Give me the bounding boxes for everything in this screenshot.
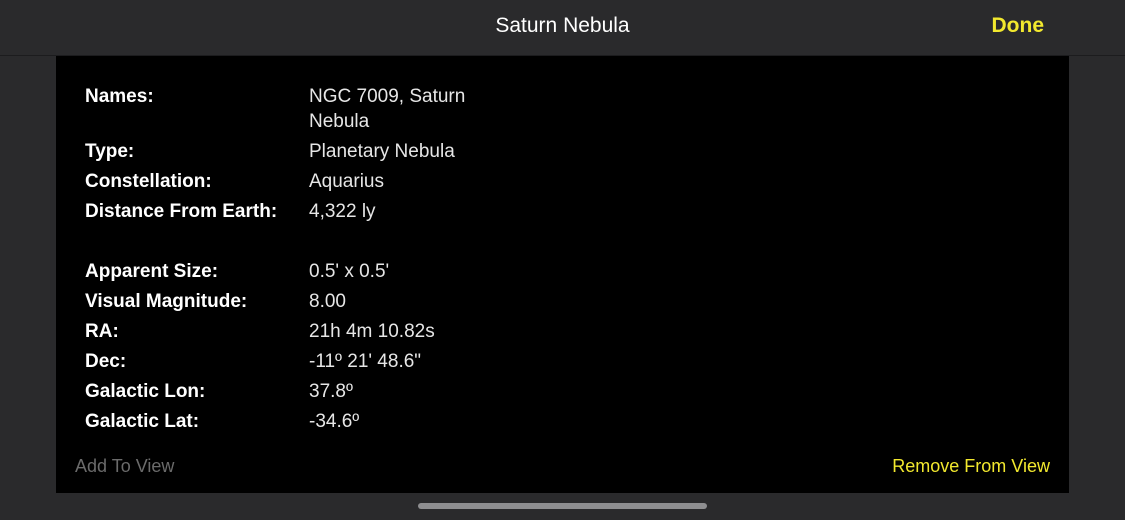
info-value: Planetary Nebula bbox=[309, 141, 455, 162]
info-value: 37.8º bbox=[309, 381, 353, 402]
info-row-names: Names: NGC 7009, Saturn Nebula bbox=[85, 84, 545, 134]
info-value: 0.5' x 0.5' bbox=[309, 261, 390, 282]
info-row-apparent-size: Apparent Size: 0.5' x 0.5' bbox=[85, 259, 545, 284]
info-label: Apparent Size: bbox=[85, 261, 219, 282]
info-row-distance: Distance From Earth: 4,322 ly bbox=[85, 199, 545, 224]
info-row-type: Type: Planetary Nebula bbox=[85, 139, 545, 164]
navigation-bar: Saturn Nebula Done bbox=[0, 0, 1125, 56]
add-to-view-button[interactable]: Add To View bbox=[75, 456, 174, 477]
info-label: Distance From Earth: bbox=[85, 201, 278, 222]
info-label: Galactic Lon: bbox=[85, 381, 206, 402]
home-indicator[interactable] bbox=[418, 503, 707, 509]
info-label: RA: bbox=[85, 321, 119, 342]
info-value: Aquarius bbox=[309, 171, 384, 192]
info-label: Constellation: bbox=[85, 171, 212, 192]
info-label: Dec: bbox=[85, 351, 127, 372]
info-row-dec: Dec: -11º 21' 48.6" bbox=[85, 349, 545, 374]
info-row-visual-magnitude: Visual Magnitude: 8.00 bbox=[85, 289, 545, 314]
info-value: -11º 21' 48.6" bbox=[309, 351, 422, 372]
page-title: Saturn Nebula bbox=[495, 14, 630, 37]
info-row-galactic-lon: Galactic Lon: 37.8º bbox=[85, 379, 545, 404]
info-row-constellation: Constellation: Aquarius bbox=[85, 169, 545, 194]
done-button[interactable]: Done bbox=[992, 14, 1045, 38]
info-label: Type: bbox=[85, 141, 135, 162]
info-table: Names: NGC 7009, Saturn Nebula Type: Pla… bbox=[85, 84, 545, 439]
info-value: NGC 7009, Saturn Nebula bbox=[309, 86, 466, 132]
info-row-ra: RA: 21h 4m 10.82s bbox=[85, 319, 545, 344]
info-row-galactic-lat: Galactic Lat: -34.6º bbox=[85, 409, 545, 434]
info-label: Galactic Lat: bbox=[85, 411, 200, 432]
info-value: 8.00 bbox=[309, 291, 346, 312]
info-value: 4,322 ly bbox=[309, 201, 376, 222]
info-value: -34.6º bbox=[309, 411, 360, 432]
object-details-panel: Names: NGC 7009, Saturn Nebula Type: Pla… bbox=[56, 56, 1069, 493]
info-label: Visual Magnitude: bbox=[85, 291, 248, 312]
remove-from-view-button[interactable]: Remove From View bbox=[892, 456, 1050, 477]
info-value: 21h 4m 10.82s bbox=[309, 321, 435, 342]
info-label: Names: bbox=[85, 86, 154, 107]
